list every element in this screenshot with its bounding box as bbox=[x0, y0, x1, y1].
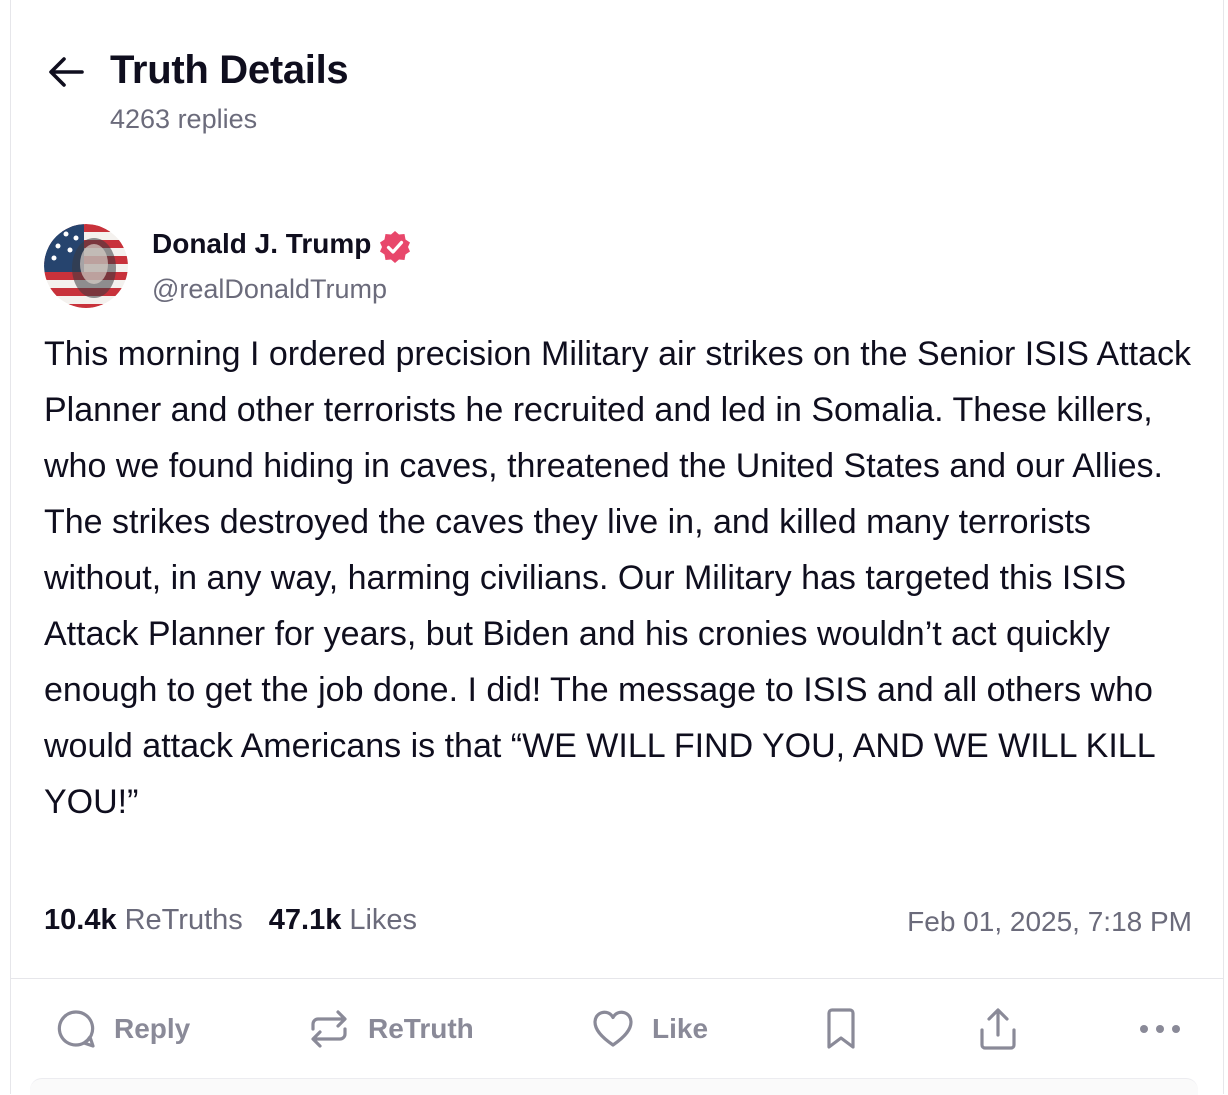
likes-count: 47.1k bbox=[268, 904, 342, 936]
reply-count: 4263 replies bbox=[110, 104, 258, 134]
share-button[interactable] bbox=[978, 1006, 1018, 1052]
retruths-count: 10.4k bbox=[44, 904, 117, 936]
retruths-label: ReTruths bbox=[124, 904, 243, 936]
like-label: Like bbox=[652, 1013, 709, 1044]
like-icon bbox=[593, 1010, 633, 1047]
author-handle[interactable]: @realDonaldTrump bbox=[152, 274, 387, 305]
divider bbox=[10, 978, 1224, 979]
retruths-stat[interactable]: 10.4k ReTruths bbox=[44, 904, 243, 937]
retruth-icon bbox=[311, 1010, 347, 1048]
bookmark-icon bbox=[827, 1008, 855, 1049]
verified-badge-icon bbox=[380, 231, 410, 263]
retruth-label: ReTruth bbox=[368, 1013, 474, 1044]
post-stats: 10.4k ReTruths 47.1k Likes bbox=[44, 904, 417, 937]
post-timestamp: Feb 01, 2025, 7:18 PM bbox=[907, 906, 1192, 937]
reply-label: Reply bbox=[114, 1013, 191, 1044]
post-text: This morning I ordered precision Militar… bbox=[44, 335, 1192, 821]
reply-button[interactable]: Reply bbox=[56, 1006, 190, 1052]
more-icon bbox=[1140, 1025, 1180, 1033]
reply-icon bbox=[57, 1010, 95, 1048]
author-name[interactable]: Donald J. Trump bbox=[152, 228, 371, 260]
like-button[interactable]: Like bbox=[592, 1006, 708, 1052]
likes-label: Likes bbox=[349, 904, 418, 936]
share-icon bbox=[980, 1008, 1016, 1050]
bookmark-button[interactable] bbox=[824, 1006, 858, 1052]
back-button[interactable] bbox=[44, 52, 88, 92]
more-options-button[interactable] bbox=[1138, 1006, 1182, 1052]
avatar-flag-portrait bbox=[44, 224, 128, 308]
next-card-edge bbox=[30, 1078, 1198, 1095]
page-title: Truth Details bbox=[110, 48, 349, 92]
likes-stat[interactable]: 47.1k Likes bbox=[269, 904, 417, 937]
avatar[interactable] bbox=[44, 224, 128, 308]
retruth-button[interactable]: ReTruth bbox=[308, 1006, 474, 1052]
arrow-left-icon bbox=[49, 57, 84, 87]
